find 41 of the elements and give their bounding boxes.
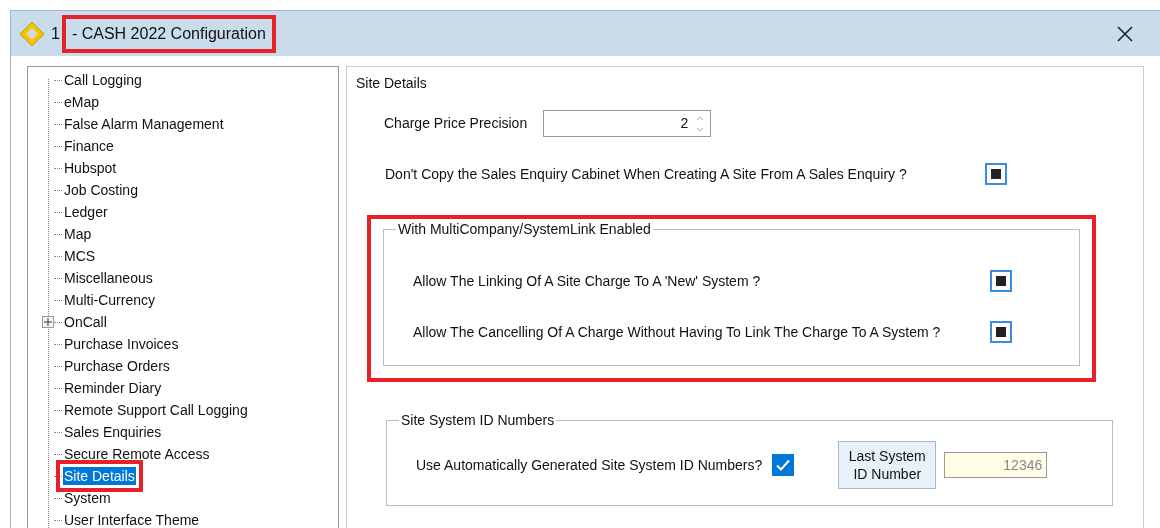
last-id-field[interactable]: 12346 bbox=[944, 452, 1048, 478]
tree-item[interactable]: MCS bbox=[63, 247, 97, 265]
tree-item[interactable]: Hubspot bbox=[63, 159, 118, 177]
tree-item[interactable]: Sales Enquiries bbox=[63, 423, 163, 441]
tree-item[interactable]: Job Costing bbox=[63, 181, 139, 199]
tree-item[interactable]: Reminder Diary bbox=[63, 379, 163, 397]
panel-title: Site Details bbox=[356, 74, 428, 93]
checkbox[interactable] bbox=[990, 270, 1012, 292]
tree-item[interactable]: Finance bbox=[63, 137, 115, 155]
tree-item[interactable]: Multi-Currency bbox=[63, 291, 156, 309]
field-label: Charge Price Precision bbox=[384, 114, 528, 133]
tree-item[interactable]: User Interface Theme bbox=[63, 511, 201, 528]
expand-icon[interactable] bbox=[42, 316, 54, 328]
checkbox[interactable] bbox=[772, 454, 795, 476]
window-title: - CASH 2022 Configuration bbox=[61, 14, 276, 53]
tree-item[interactable]: Miscellaneous bbox=[63, 269, 154, 287]
window-title: 1 bbox=[51, 23, 60, 44]
close-icon bbox=[1117, 25, 1133, 42]
tree-item[interactable]: Call Logging bbox=[63, 71, 143, 89]
option-label: Allow The Cancelling Of A Charge Without Having To Link The Charge To A System ? bbox=[413, 322, 941, 342]
diamond-icon bbox=[19, 20, 45, 47]
tree-item[interactable]: OnCall bbox=[63, 313, 108, 331]
checkbox[interactable] bbox=[985, 163, 1007, 185]
tree-item[interactable]: Purchase Orders bbox=[63, 357, 171, 375]
tree-item[interactable]: System bbox=[63, 489, 112, 507]
option-label: Allow The Linking Of A Site Charge To A 'New' System ? bbox=[413, 271, 761, 291]
tree-item[interactable]: Remote Support Call Logging bbox=[63, 401, 249, 419]
option-label: Use Automatically Generated Site System ID Numbers? bbox=[416, 455, 763, 475]
checkbox[interactable] bbox=[990, 321, 1012, 343]
tree-item[interactable]: Ledger bbox=[63, 203, 109, 221]
precision-spinner[interactable]: 2 bbox=[543, 110, 712, 137]
tree-item[interactable]: Map bbox=[63, 225, 93, 243]
tree-item[interactable]: Secure Remote Access bbox=[63, 445, 211, 463]
group-legend: With MultiCompany/SystemLink Enabled bbox=[396, 220, 653, 238]
option-label: Don't Copy the Sales Enquiry Cabinet When Creating A Site From A Sales Enquiry ? bbox=[385, 164, 907, 184]
tree-item[interactable]: False Alarm Management bbox=[63, 115, 225, 133]
checkmark-icon bbox=[775, 457, 792, 473]
tree-item[interactable]: Purchase Invoices bbox=[63, 335, 180, 353]
group-legend: Site System ID Numbers bbox=[399, 411, 557, 429]
tree-item[interactable]: eMap bbox=[63, 93, 101, 111]
last-id-button[interactable]: Last System ID Number bbox=[838, 441, 937, 489]
